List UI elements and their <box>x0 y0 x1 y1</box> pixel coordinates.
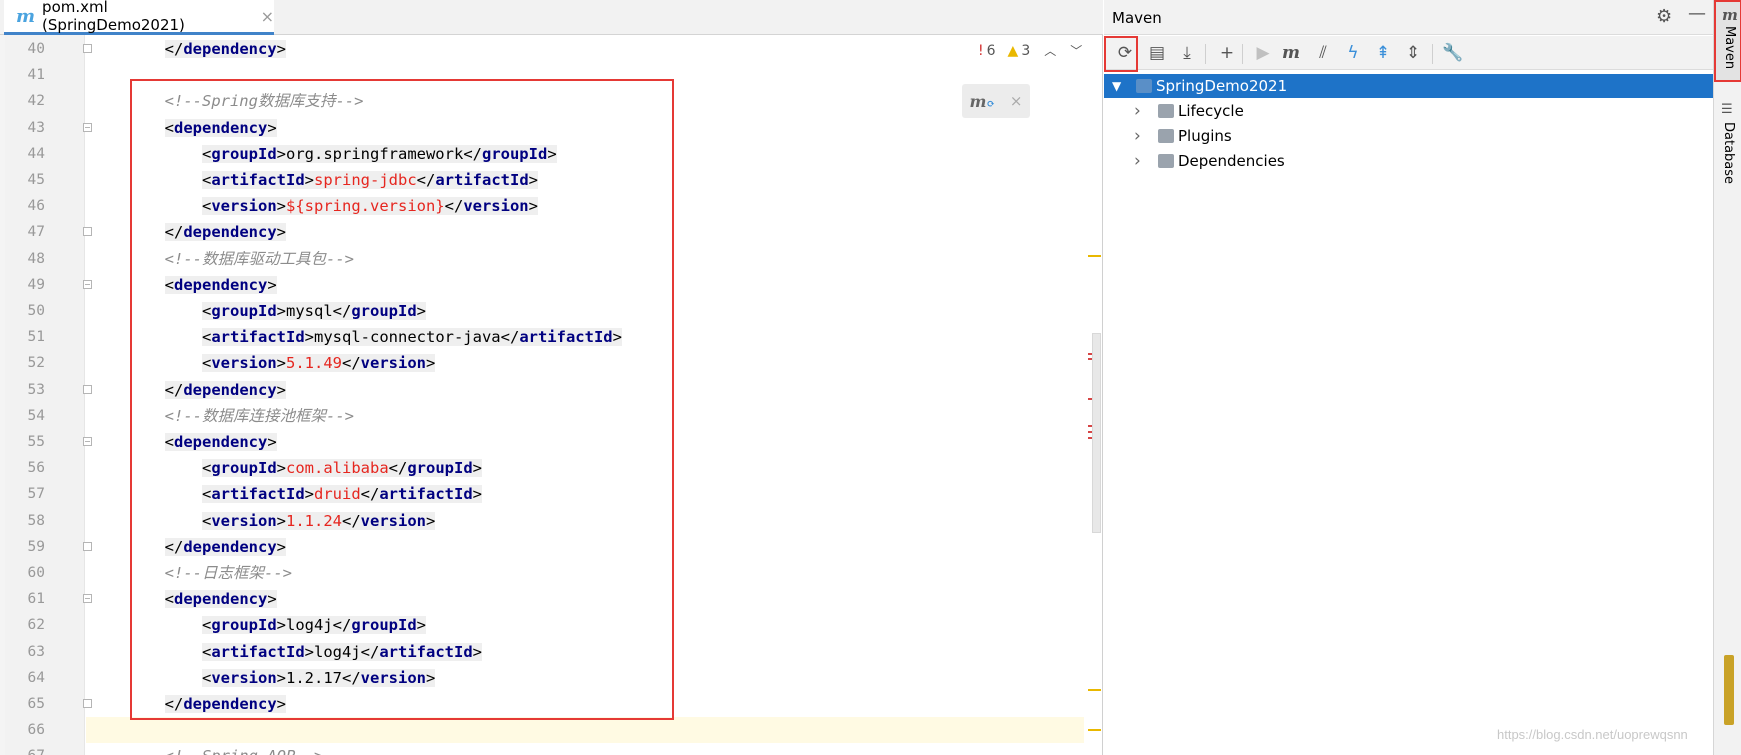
minimize-icon[interactable]: — <box>1688 3 1706 24</box>
line-number: 41 <box>27 67 45 84</box>
warning-icon: ▲ <box>1007 42 1019 59</box>
download-icon[interactable]: ⤓ <box>1174 40 1200 66</box>
right-tool-strip: m Maven ☰ Database <box>1713 0 1741 755</box>
toolbar-separator <box>1242 44 1243 64</box>
close-icon[interactable]: × <box>261 7 274 26</box>
chevron-up-icon[interactable]: ︿ <box>1044 42 1056 59</box>
warning-marker[interactable] <box>1088 255 1101 257</box>
line-number: 55 <box>27 434 45 450</box>
maven-header: Maven ⚙ — <box>1104 0 1713 35</box>
line-number: 61 <box>27 591 45 608</box>
highlight-annotation-box <box>130 79 674 720</box>
line-number: 48 <box>27 250 45 267</box>
line-number: 46 <box>27 198 45 215</box>
line-number: 43 <box>27 119 45 136</box>
error-icon: ! <box>978 42 984 59</box>
database-icon: ☰ <box>1721 102 1733 117</box>
run-icon[interactable]: ▶ <box>1250 40 1276 66</box>
maven-file-icon: m <box>16 5 36 27</box>
maven-side-tab[interactable]: m Maven <box>1714 0 1741 82</box>
chevron-right-icon[interactable]: › <box>1134 151 1141 171</box>
line-number: 42 <box>27 93 45 110</box>
reload-highlight-box <box>1104 36 1138 72</box>
show-dependencies-icon[interactable]: ⇞ <box>1370 40 1396 66</box>
editor-pane: m pom.xml (SpringDemo2021) × 40 41 42 43 44 4… <box>0 0 1103 755</box>
tree-node-dependencies[interactable]: › Dependencies <box>1104 149 1713 173</box>
line-number: 47 <box>27 224 45 241</box>
maven-tool-window: Maven ⚙ — ⟳ ▤ ⤓ + ▶ m ⫽ ϟ ⇞ ⇕ 🔧 ▼ SpringDemo2021 › Li… <box>1104 0 1713 755</box>
maven-project-icon <box>1136 79 1152 93</box>
line-number: 50 <box>27 303 45 319</box>
maven-side-label: Maven <box>1722 26 1737 70</box>
lifecycle-folder-icon <box>1158 104 1174 118</box>
toolbar-separator <box>1205 44 1206 64</box>
warning-count: 3 <box>1021 42 1031 59</box>
line-number: 40 <box>27 41 45 57</box>
maven-toolbar: ⟳ ▤ ⤓ + ▶ m ⫽ ϟ ⇞ ⇕ 🔧 <box>1104 36 1713 70</box>
line-number: 57 <box>27 486 45 503</box>
toggle-offline-icon[interactable]: ⫽ <box>1310 40 1336 66</box>
code-line[interactable] <box>86 717 1084 744</box>
tree-root-project[interactable]: ▼ SpringDemo2021 <box>1104 74 1713 98</box>
warning-marker[interactable] <box>1088 689 1101 691</box>
editor-tab-bar: m pom.xml (SpringDemo2021) × <box>0 0 1103 35</box>
line-number: 52 <box>27 355 45 372</box>
maven-title: Maven <box>1112 9 1162 27</box>
tree-node-label: SpringDemo2021 <box>1156 77 1288 95</box>
memory-indicator <box>1724 655 1734 725</box>
gear-icon[interactable]: ⚙ <box>1656 6 1672 27</box>
plugins-folder-icon <box>1158 129 1174 143</box>
tree-node-label: Dependencies <box>1178 152 1285 170</box>
database-side-tab[interactable]: ☰ Database <box>1714 100 1741 190</box>
line-number: 62 <box>27 617 45 634</box>
tree-node-label: Plugins <box>1178 127 1232 145</box>
line-number: 64 <box>27 669 45 686</box>
line-number: 66 <box>27 722 45 739</box>
skip-tests-icon[interactable]: ϟ <box>1340 40 1366 66</box>
generate-sources-icon[interactable]: ▤ <box>1144 40 1170 66</box>
inspection-widget[interactable]: ! 6 ▲ 3 ︿ ﹀ <box>978 42 1082 59</box>
file-tab-pom[interactable]: m pom.xml (SpringDemo2021) × <box>4 0 274 35</box>
line-number: 63 <box>27 643 45 660</box>
code-line[interactable]: <!--Spring AOP--> <box>86 743 1084 755</box>
line-number: 59 <box>27 538 45 555</box>
line-number: 44 <box>27 145 45 162</box>
tree-node-plugins[interactable]: › Plugins <box>1104 124 1713 148</box>
load-maven-changes-popup: m⟳ × <box>962 84 1030 118</box>
load-maven-changes-icon[interactable]: m⟳ <box>970 92 995 111</box>
tree-node-lifecycle[interactable]: › Lifecycle <box>1104 99 1713 123</box>
line-number: 56 <box>27 460 45 477</box>
scrollbar-thumb[interactable] <box>1092 333 1101 533</box>
maven-side-icon: m <box>1722 6 1738 24</box>
close-icon[interactable]: × <box>1010 92 1023 110</box>
line-number: 53 <box>27 381 45 398</box>
chevron-right-icon[interactable]: › <box>1134 101 1141 121</box>
add-icon[interactable]: + <box>1214 40 1240 66</box>
watermark: https://blog.csdn.net/uoprewqsnn <box>1497 727 1688 742</box>
line-number: 49 <box>27 276 45 293</box>
line-number: 67 <box>10 743 45 755</box>
chevron-down-icon[interactable]: ﹀ <box>1070 42 1082 59</box>
file-tab-label: pom.xml (SpringDemo2021) <box>42 0 185 34</box>
warning-marker[interactable] <box>1088 729 1101 731</box>
tree-node-label: Lifecycle <box>1178 102 1244 120</box>
code-line[interactable]: </dependency> <box>86 36 1084 62</box>
execute-goal-icon[interactable]: m <box>1278 40 1304 66</box>
line-number: 60 <box>27 565 45 581</box>
line-number: 54 <box>27 407 45 424</box>
chevron-right-icon[interactable]: › <box>1134 126 1141 146</box>
error-count: 6 <box>986 42 996 59</box>
line-number: 58 <box>27 512 45 529</box>
line-number: 65 <box>27 696 45 712</box>
line-number-gutter: 40 41 42 43 44 45 46 47 48 49 50 51 52 53 54 55 56 57 58 59… <box>5 35 92 755</box>
chevron-down-icon[interactable]: ▼ <box>1112 79 1121 93</box>
database-side-label: Database <box>1721 122 1736 185</box>
toolbar-separator <box>1432 44 1433 64</box>
dependencies-folder-icon <box>1158 154 1174 168</box>
settings-wrench-icon[interactable]: 🔧 <box>1440 40 1466 66</box>
collapse-all-icon[interactable]: ⇕ <box>1400 40 1426 66</box>
line-number: 51 <box>27 329 45 346</box>
line-number: 45 <box>27 172 45 188</box>
